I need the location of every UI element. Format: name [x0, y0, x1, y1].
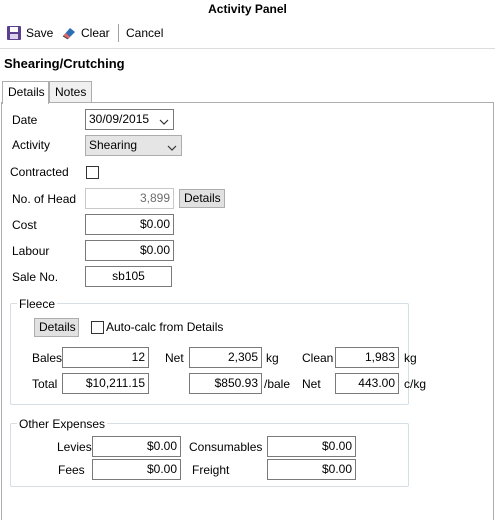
labour-field[interactable]: $0.00: [85, 240, 174, 261]
contracted-checkbox[interactable]: [86, 166, 99, 179]
chevron-down-icon: [159, 114, 169, 125]
toolbar: Save Clear Cancel: [0, 22, 495, 44]
levies-label: Levies: [57, 440, 92, 454]
per-bale-field[interactable]: $850.93: [189, 373, 262, 394]
freight-label: Freight: [192, 463, 230, 477]
autocalc-checkbox[interactable]: [91, 321, 104, 334]
activity-label: Activity: [12, 138, 51, 152]
tab-details[interactable]: Details: [2, 81, 49, 104]
per-bale-unit: /bale: [264, 377, 291, 391]
net-price-field[interactable]: 443.00: [335, 373, 399, 394]
net-weight-field[interactable]: 2,305: [189, 347, 262, 368]
sale-number-field[interactable]: sb105: [85, 266, 172, 287]
fees-label: Fees: [58, 463, 85, 477]
sale-label: Sale No.: [12, 270, 59, 284]
eraser-icon: [61, 25, 77, 41]
tab-notes[interactable]: Notes: [49, 81, 92, 103]
clear-button-label: Clear: [81, 26, 110, 40]
net-price-label: Net: [302, 377, 321, 391]
net-price-unit: c/kg: [404, 377, 427, 391]
chevron-down-icon: [167, 140, 177, 151]
consumables-label: Consumables: [189, 440, 263, 454]
details-tab-panel: Date 30/09/2015 Activity Shearing Contra…: [1, 102, 494, 520]
net-weight-unit: kg: [266, 351, 279, 365]
fleece-details-button[interactable]: Details: [34, 318, 79, 337]
activity-select[interactable]: Shearing: [85, 135, 182, 156]
other-expenses-title: Other Expenses: [17, 417, 108, 431]
consumables-field[interactable]: $0.00: [267, 436, 356, 457]
freight-field[interactable]: $0.00: [267, 459, 356, 480]
date-value: 30/09/2015: [89, 112, 150, 126]
fleece-group-title: Fleece: [17, 297, 58, 311]
clean-weight-unit: kg: [404, 351, 417, 365]
cancel-button[interactable]: Cancel: [126, 22, 163, 44]
levies-field[interactable]: $0.00: [92, 436, 181, 457]
net-weight-label: Net: [165, 351, 184, 365]
autocalc-label: Auto-calc from Details: [106, 320, 224, 334]
activity-value: Shearing: [89, 138, 138, 152]
cost-label: Cost: [12, 218, 37, 232]
total-label: Total: [32, 377, 58, 391]
cancel-button-label: Cancel: [126, 26, 164, 40]
toolbar-divider: [0, 48, 495, 49]
toolbar-separator: [118, 24, 119, 42]
labour-label: Labour: [12, 244, 50, 258]
head-details-button[interactable]: Details: [179, 189, 225, 208]
contracted-label: Contracted: [10, 165, 69, 179]
page-title: Shearing/Crutching: [4, 56, 125, 71]
clean-weight-label: Clean: [302, 351, 334, 365]
total-field[interactable]: $10,211.15: [62, 373, 149, 394]
head-label: No. of Head: [12, 192, 77, 206]
bales-field[interactable]: 12: [62, 347, 149, 368]
date-picker[interactable]: 30/09/2015: [85, 109, 174, 130]
window-title: Activity Panel: [208, 2, 287, 16]
head-count-field[interactable]: 3,899: [85, 188, 174, 209]
date-label: Date: [12, 113, 38, 127]
clean-weight-field[interactable]: 1,983: [335, 347, 399, 368]
clear-button[interactable]: Clear: [61, 22, 110, 44]
save-button-label: Save: [26, 26, 54, 40]
bales-label: Bales: [32, 351, 63, 365]
floppy-disk-icon: [6, 25, 22, 41]
save-button[interactable]: Save: [6, 22, 53, 44]
fees-field[interactable]: $0.00: [92, 459, 181, 480]
cost-field[interactable]: $0.00: [85, 214, 174, 235]
